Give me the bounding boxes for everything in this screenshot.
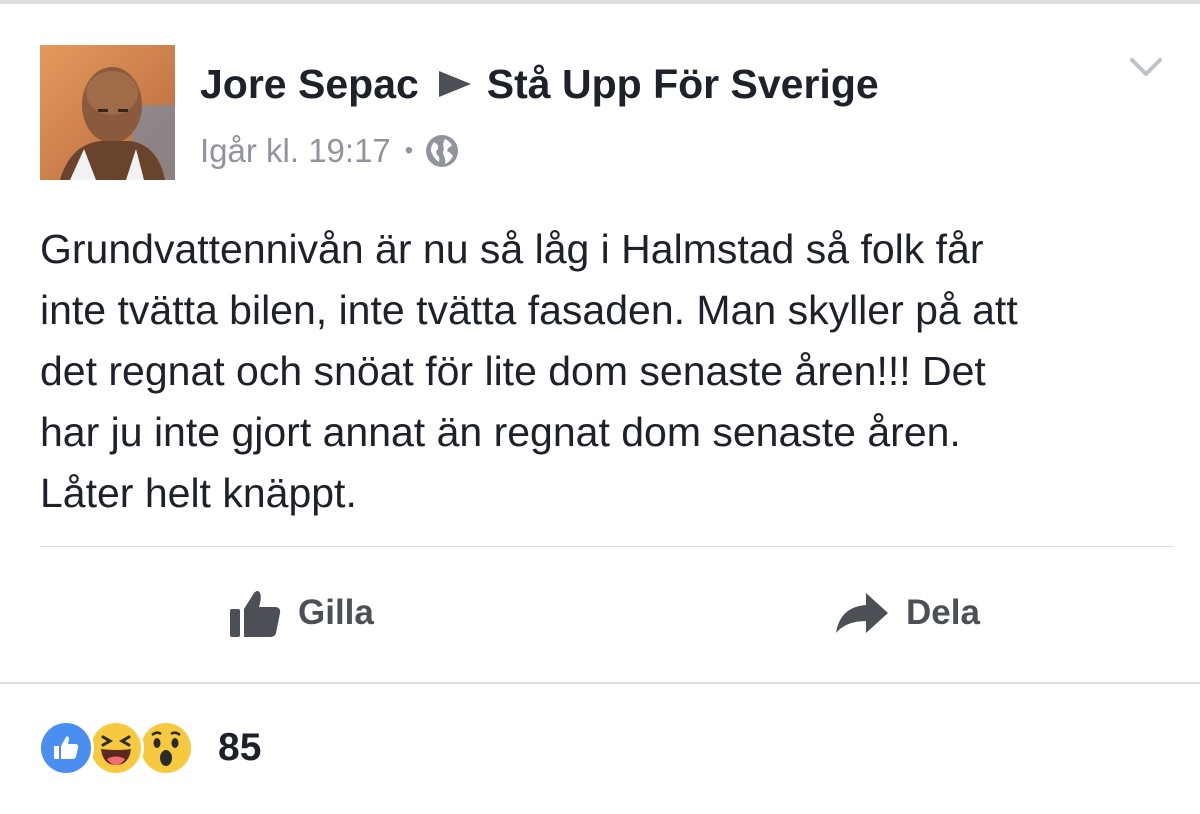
post-text-line: inte tvätta bilen, inte tvätta fasaden. …	[40, 287, 1018, 333]
like-icon	[38, 720, 94, 776]
wow-icon	[138, 720, 194, 776]
post-text: Grundvattennivån är nu så låg i Halmstad…	[40, 219, 1180, 524]
post-text-line: Låter helt knäppt.	[40, 470, 357, 516]
actions-divider	[40, 546, 1174, 547]
feed-post: Jore Sepac Stå Upp För Sverige Igår kl. …	[0, 4, 1200, 814]
post-text-line: det regnat och snöat för lite dom senast…	[40, 348, 986, 394]
share-button[interactable]: Dela	[834, 578, 980, 648]
thumbs-up-icon	[230, 591, 281, 637]
chevron-down-icon[interactable]	[1126, 54, 1166, 80]
reactions-summary[interactable]: 85	[38, 718, 261, 778]
post-text-line: Grundvattennivån är nu så låg i Halmstad…	[40, 226, 984, 272]
post-header: Jore Sepac Stå Upp För Sverige	[200, 58, 879, 110]
author-name[interactable]: Jore Sepac	[200, 61, 419, 108]
globe-icon[interactable]	[425, 134, 459, 168]
reaction-count[interactable]: 85	[218, 726, 261, 770]
post-timestamp[interactable]: Igår kl. 19:17	[200, 132, 391, 170]
share-label: Dela	[906, 593, 980, 632]
group-name[interactable]: Stå Upp För Sverige	[487, 61, 879, 108]
like-button[interactable]: Gilla	[228, 578, 374, 648]
meta-separator: •	[404, 137, 414, 164]
post-text-line: har ju inte gjort annat än regnat dom se…	[40, 409, 961, 455]
like-label: Gilla	[298, 593, 374, 632]
author-avatar[interactable]	[40, 45, 175, 180]
reactions-divider	[0, 682, 1200, 684]
share-arrow-icon	[836, 593, 888, 633]
haha-icon	[88, 720, 144, 776]
post-meta: Igår kl. 19:17 •	[200, 130, 459, 172]
right-arrow-icon	[438, 71, 471, 97]
